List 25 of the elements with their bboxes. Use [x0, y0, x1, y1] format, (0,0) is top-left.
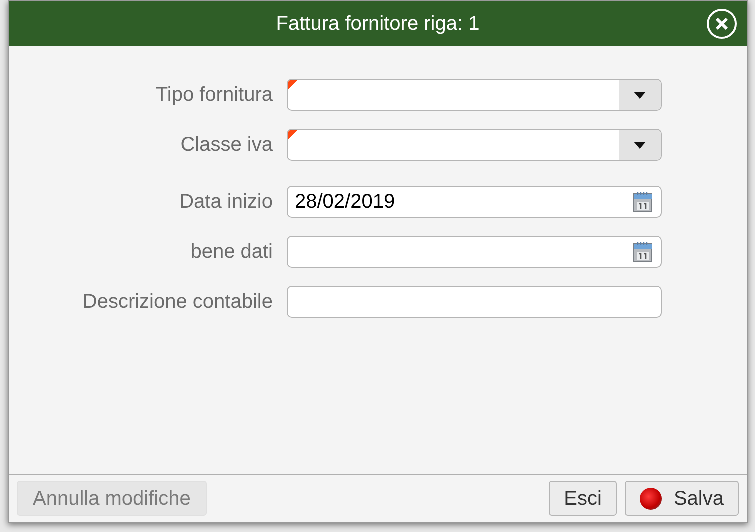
exit-button[interactable]: Esci [549, 481, 617, 516]
calendar-icon[interactable] [633, 241, 653, 263]
field-label: Descrizione contabile [82, 290, 274, 315]
close-icon [716, 18, 728, 30]
caret-icon [634, 92, 646, 98]
dropdown-toggle[interactable] [619, 130, 661, 160]
save-button[interactable]: Salva [624, 481, 739, 516]
close-button[interactable] [707, 9, 737, 39]
required-marker [288, 130, 298, 140]
field-label: Classe iva [180, 133, 274, 158]
calendar-icon[interactable] [633, 191, 653, 213]
required-marker [288, 80, 298, 90]
caret-icon [634, 142, 646, 148]
status-light-icon [640, 488, 662, 510]
dialog-title: Fattura fornitore riga: 1 [276, 12, 480, 36]
dropdown-field[interactable] [287, 129, 662, 161]
field-label: bene dati [190, 240, 274, 265]
field-value: 28/02/2019 [295, 190, 396, 215]
input-field[interactable] [287, 286, 662, 318]
dropdown-field[interactable] [287, 79, 662, 111]
field-label: Tipo fornitura [154, 83, 274, 108]
date-field[interactable] [287, 236, 662, 268]
field-label: Data inizio [178, 190, 274, 215]
date-field[interactable]: 28/02/2019 [287, 186, 662, 218]
dropdown-toggle[interactable] [619, 80, 661, 110]
